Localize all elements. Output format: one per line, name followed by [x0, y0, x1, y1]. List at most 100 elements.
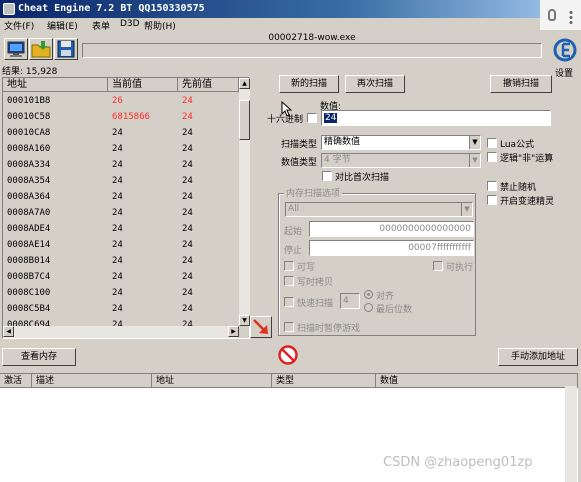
- row-current: 24: [112, 256, 123, 266]
- table-row[interactable]: 0008A334 24 24: [3, 157, 239, 173]
- not-logic-checkbox[interactable]: [487, 152, 497, 162]
- column-previous[interactable]: 先前值: [178, 78, 239, 92]
- value-type-select[interactable]: 4 字节 ▼: [321, 153, 481, 168]
- value-input[interactable]: 24: [321, 110, 551, 126]
- table-row[interactable]: 0008C100 24 24: [3, 285, 239, 301]
- pause-game-checkbox[interactable]: [284, 322, 294, 332]
- last-digits-label: 最后位数: [376, 305, 413, 315]
- save-button[interactable]: [54, 38, 78, 60]
- table-row[interactable]: 0008A364 24 24: [3, 189, 239, 205]
- last-digits-radio[interactable]: [364, 303, 373, 312]
- row-current: 24: [112, 240, 123, 250]
- cheat-engine-logo-icon[interactable]: [553, 36, 577, 66]
- menu-bar: 文件(F) 编辑(E) 表单 D3D 帮助(H): [0, 18, 540, 32]
- fast-scan-checkbox[interactable]: [284, 297, 294, 307]
- menu-table[interactable]: 表单: [92, 19, 110, 32]
- scan-type-select[interactable]: 精确数值 ▼: [321, 135, 481, 150]
- column-description[interactable]: 描述: [32, 374, 152, 388]
- row-current: 24: [112, 160, 123, 170]
- pause-game-label: 扫描时暂停游戏: [297, 324, 361, 334]
- view-memory-button[interactable]: 查看内存: [2, 348, 76, 366]
- dropdown-arrow-icon[interactable]: ▼: [469, 136, 480, 149]
- table-row[interactable]: 0008A160 24 24: [3, 141, 239, 157]
- table-row[interactable]: 0008ADE4 24 24: [3, 221, 239, 237]
- copy-on-write-label: 写时拷贝: [297, 278, 334, 288]
- table-row[interactable]: 000101B8 26 24: [3, 93, 239, 109]
- results-vertical-scrollbar[interactable]: ▲ ▼: [239, 78, 250, 326]
- row-address: 0008ADE4: [7, 224, 51, 234]
- row-previous: 24: [182, 112, 193, 122]
- lua-formula-checkbox[interactable]: [487, 138, 497, 148]
- settings-label[interactable]: 设置: [555, 66, 573, 79]
- row-address: 00010C58: [7, 112, 51, 122]
- open-file-button[interactable]: [29, 38, 53, 60]
- row-previous: 24: [182, 288, 193, 298]
- next-scan-button[interactable]: 再次扫描: [345, 75, 405, 93]
- column-table-address[interactable]: 地址: [152, 374, 272, 388]
- speedhack-checkbox[interactable]: [487, 195, 497, 205]
- cheat-engine-window: Cheat Engine 7.2 BT QQ150330575 文件(F) 编辑…: [0, 0, 581, 482]
- undo-scan-button[interactable]: 撤销扫描: [490, 75, 552, 93]
- menu-help[interactable]: 帮助(H): [144, 19, 176, 32]
- lua-formula-label: Lua公式: [500, 140, 535, 150]
- results-horizontal-scrollbar[interactable]: ◀ ▶: [3, 326, 239, 338]
- progress-bar: [82, 43, 542, 58]
- menu-edit[interactable]: 编辑(E): [47, 19, 78, 32]
- memory-region-select[interactable]: All ▼: [285, 202, 473, 217]
- table-row[interactable]: 0008B014 24 24: [3, 253, 239, 269]
- title-bar[interactable]: Cheat Engine 7.2 BT QQ150330575: [0, 0, 581, 18]
- table-row[interactable]: 0008A7A0 24 24: [3, 205, 239, 221]
- row-previous: 24: [182, 304, 193, 314]
- add-address-manually-button[interactable]: 手动添加地址: [498, 348, 578, 366]
- alignment-radio[interactable]: [364, 290, 373, 299]
- not-logic-label: 逻辑"非"运算: [500, 154, 554, 164]
- more-menu-icon[interactable]: [569, 10, 573, 24]
- executable-checkbox[interactable]: [433, 261, 443, 271]
- new-scan-button[interactable]: 新的扫描: [279, 75, 339, 93]
- menu-d3d[interactable]: D3D: [120, 19, 140, 29]
- executable-label: 可执行: [446, 263, 474, 273]
- column-address[interactable]: 地址: [3, 78, 108, 92]
- watermark: CSDN @zhaopeng01zp: [383, 455, 533, 470]
- row-previous: 24: [182, 96, 193, 106]
- scroll-left-arrow-icon[interactable]: ◀: [3, 326, 14, 337]
- scroll-down-arrow-icon[interactable]: ▼: [239, 315, 250, 326]
- menu-file[interactable]: 文件(F): [4, 19, 34, 32]
- add-selected-button[interactable]: [250, 316, 272, 338]
- open-process-button[interactable]: [4, 38, 28, 60]
- microphone-icon[interactable]: [548, 9, 556, 21]
- compare-first-checkbox[interactable]: [322, 171, 332, 181]
- fast-scan-input[interactable]: 4: [340, 293, 360, 309]
- table-row[interactable]: 0008A354 24 24: [3, 173, 239, 189]
- dropdown-arrow-icon[interactable]: ▼: [469, 154, 480, 167]
- start-address-input[interactable]: 0000000000000000: [309, 221, 474, 237]
- table-row[interactable]: 0008B7C4 24 24: [3, 269, 239, 285]
- stop-address-input[interactable]: 00007fffffffffff: [309, 240, 474, 256]
- column-value[interactable]: 数值: [376, 374, 578, 388]
- row-address: 000101B8: [7, 96, 51, 106]
- table-row[interactable]: 00010C58 6815866 24: [3, 109, 239, 125]
- hex-checkbox[interactable]: [307, 113, 317, 123]
- column-current[interactable]: 当前值: [108, 78, 178, 92]
- speedhack-label: 开启变速精灵: [500, 197, 555, 207]
- scroll-up-arrow-icon[interactable]: ▲: [239, 78, 250, 89]
- table-row[interactable]: 0008C5B4 24 24: [3, 301, 239, 317]
- column-type[interactable]: 类型: [272, 374, 376, 388]
- scroll-right-arrow-icon[interactable]: ▶: [228, 326, 239, 337]
- value-type-label: 数值类型: [281, 158, 318, 168]
- writable-checkbox[interactable]: [284, 261, 294, 271]
- cheat-table-scrollbar[interactable]: [565, 386, 577, 482]
- red-arrow-icon: [253, 319, 268, 334]
- row-address: 0008B014: [7, 256, 51, 266]
- start-label: 起始: [284, 227, 303, 237]
- window-title: Cheat Engine 7.2 BT QQ150330575: [18, 3, 205, 14]
- dropdown-arrow-icon[interactable]: ▼: [461, 203, 472, 216]
- row-current: 24: [112, 272, 123, 282]
- scroll-thumb[interactable]: [239, 100, 250, 140]
- stop-scan-icon[interactable]: [276, 344, 300, 366]
- copy-on-write-checkbox[interactable]: [284, 276, 294, 286]
- no-random-checkbox[interactable]: [487, 181, 497, 191]
- column-active[interactable]: 激活: [0, 374, 32, 388]
- table-row[interactable]: 00010CA8 24 24: [3, 125, 239, 141]
- table-row[interactable]: 0008AE14 24 24: [3, 237, 239, 253]
